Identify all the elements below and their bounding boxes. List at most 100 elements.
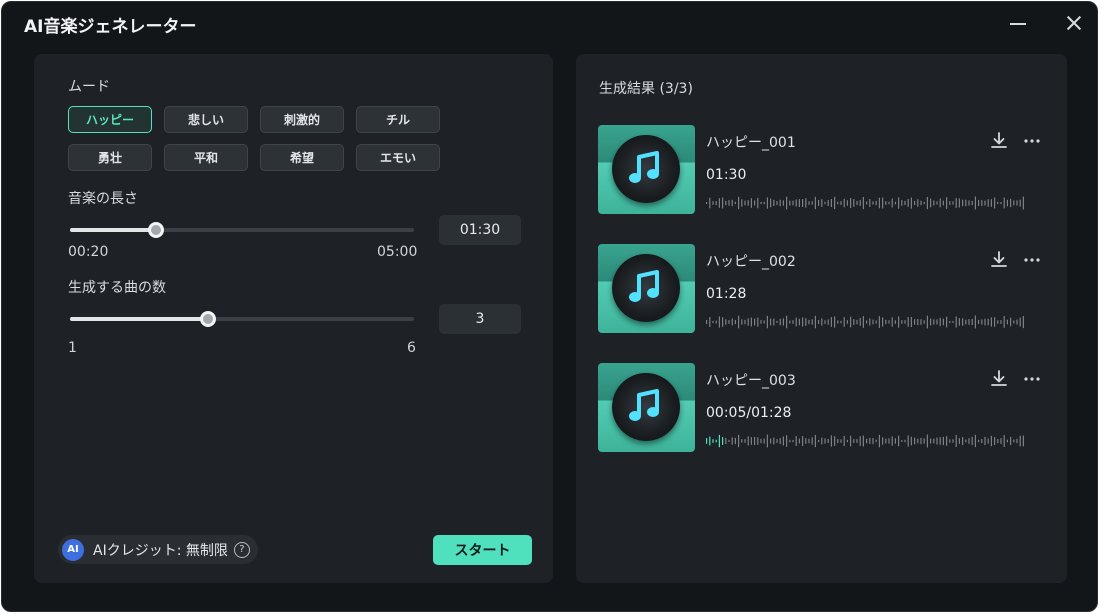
waveform-bar — [706, 320, 708, 324]
waveform-bar — [786, 196, 788, 210]
waveform-bar — [795, 199, 797, 207]
waveform-bar — [981, 439, 983, 444]
waveform-bar — [821, 437, 823, 445]
waveform-bar — [846, 439, 848, 443]
close-icon[interactable] — [1060, 10, 1088, 36]
waveform-bar — [882, 197, 884, 209]
mood-button-peaceful[interactable]: 平和 — [164, 144, 248, 171]
waveform-bar — [834, 196, 836, 210]
result-item[interactable]: ハッピー_002 01:28 — [598, 244, 1048, 334]
mood-button-sad[interactable]: 悲しい — [164, 106, 248, 133]
song-count-slider-track[interactable] — [70, 317, 414, 321]
waveform-bar — [930, 318, 932, 326]
waveform-bar — [917, 438, 919, 444]
waveform-bar — [955, 435, 957, 447]
waveform-bar — [779, 438, 781, 444]
waveform-bar — [984, 436, 986, 446]
waveform-bar — [779, 318, 781, 326]
waveform-bar — [747, 436, 749, 446]
waveform-bar — [763, 320, 765, 324]
waveform-bar — [949, 321, 951, 323]
results-title: 生成結果 (3/3) — [599, 81, 693, 97]
waveform-bar — [946, 316, 948, 328]
waveform-bar — [734, 201, 736, 205]
download-icon[interactable] — [990, 369, 1008, 389]
waveform-bar — [942, 200, 944, 206]
start-button[interactable]: スタート — [433, 535, 532, 565]
ai-credits-pill: AI AIクレジット: 無制限 ? — [58, 535, 258, 564]
waveform-bar — [1016, 438, 1018, 444]
more-icon[interactable] — [1022, 369, 1042, 389]
vinyl-disc — [612, 373, 680, 441]
mood-button-happy[interactable]: ハッピー — [68, 106, 152, 133]
waveform-bar — [712, 439, 714, 443]
download-icon[interactable] — [990, 250, 1008, 270]
track-thumbnail — [598, 125, 695, 214]
waveform-bar — [789, 200, 791, 206]
waveform-bar — [770, 198, 772, 208]
waveform-bar — [891, 317, 893, 327]
length-value-input[interactable]: 01:30 — [439, 215, 521, 245]
waveform-bar — [958, 198, 960, 208]
song-count-slider-thumb[interactable] — [199, 311, 216, 327]
more-icon[interactable] — [1022, 131, 1042, 151]
waveform-bar — [773, 199, 775, 207]
waveform[interactable] — [706, 195, 1026, 211]
waveform-bar — [824, 320, 826, 324]
waveform-bar — [994, 317, 996, 327]
waveform-bar — [1003, 197, 1005, 209]
waveform-bar — [744, 200, 746, 206]
waveform-bar — [766, 315, 768, 329]
waveform-bar — [731, 199, 733, 207]
waveform[interactable] — [706, 314, 1026, 330]
length-slider-thumb[interactable] — [148, 222, 164, 238]
waveform-bar — [741, 199, 743, 207]
waveform-bar — [946, 197, 948, 209]
waveform-bar — [760, 438, 762, 444]
track-thumbnail — [598, 244, 695, 333]
length-slider-track[interactable] — [70, 228, 414, 232]
more-icon[interactable] — [1022, 250, 1042, 270]
download-icon[interactable] — [990, 131, 1008, 151]
mood-button-chill[interactable]: チル — [356, 106, 440, 133]
waveform-bar — [907, 435, 909, 447]
waveform-bar — [795, 436, 797, 446]
waveform-bar — [722, 197, 724, 209]
waveform-bar — [715, 320, 717, 324]
help-icon[interactable]: ? — [233, 541, 250, 558]
waveform-bar — [997, 439, 999, 444]
waveform-bar — [766, 197, 768, 209]
waveform-bar — [725, 200, 727, 206]
song-count-value-input[interactable]: 3 — [439, 304, 521, 334]
mood-button-hopeful[interactable]: 希望 — [260, 144, 344, 171]
waveform-bar — [757, 317, 759, 327]
waveform-bar — [757, 437, 759, 445]
waveform-bar — [862, 435, 864, 447]
ai-credits-text: AIクレジット: 無制限 — [93, 542, 228, 559]
waveform-bar — [837, 320, 839, 324]
ai-badge-icon: AI — [62, 538, 84, 561]
mood-button-exciting[interactable]: 刺激的 — [260, 106, 344, 133]
result-item[interactable]: ハッピー_001 01:30 — [598, 125, 1048, 215]
waveform-bar — [869, 318, 871, 326]
waveform-bar — [811, 319, 813, 325]
waveform-bar — [750, 437, 752, 445]
waveform-bar — [885, 201, 887, 205]
result-name: ハッピー_001 — [706, 135, 796, 151]
waveform-bar — [910, 436, 912, 446]
waveform-bar — [830, 199, 832, 207]
results-panel: 生成結果 (3/3) ハッピー_001 01:30 ハッピー_002 01:28… — [576, 54, 1067, 583]
waveform-bar — [846, 320, 848, 324]
result-item[interactable]: ハッピー_003 00:05/01:28 — [598, 363, 1048, 453]
mood-button-heroic[interactable]: 勇壮 — [68, 144, 152, 171]
waveform-bar — [1013, 200, 1015, 206]
waveform[interactable] — [706, 433, 1026, 449]
mood-button-emotional[interactable]: エモい — [356, 144, 440, 171]
waveform-bar — [789, 439, 791, 443]
waveform-bar — [1019, 199, 1021, 207]
minimize-icon[interactable] — [1004, 10, 1032, 36]
waveform-bar — [1006, 439, 1008, 443]
waveform-bar — [850, 316, 852, 328]
waveform-bar — [901, 440, 903, 442]
waveform-bar — [910, 197, 912, 209]
